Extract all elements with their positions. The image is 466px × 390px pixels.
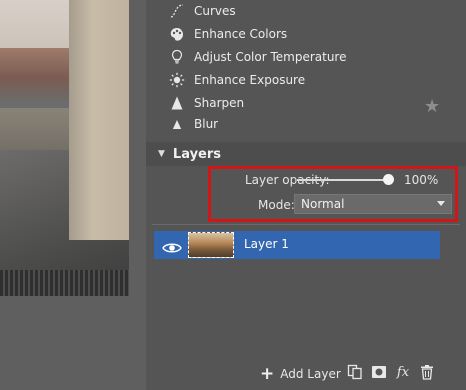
menu-item-label: Enhance Exposure [194, 73, 306, 87]
photo-preview [0, 0, 129, 296]
mode-label: Mode: [258, 198, 295, 212]
trash-icon[interactable] [418, 363, 436, 381]
blend-mode-select[interactable]: Normal [294, 194, 452, 214]
layer-opacity-value: 100% [404, 173, 439, 187]
palette-icon [168, 25, 186, 43]
layers-title: Layers [172, 146, 222, 162]
adjustments-panel: Curves Enhance Colors Adjust Color Tempe… [146, 0, 466, 390]
triangle-icon [168, 94, 186, 112]
triangle-icon [168, 115, 186, 129]
slider-fill [297, 179, 388, 181]
layers-toolbar: + Add Layer fx [146, 360, 466, 386]
eye-icon[interactable] [162, 239, 182, 253]
layer-name[interactable]: Layer 1 [244, 237, 289, 251]
menu-item-sharpen[interactable]: Sharpen [168, 92, 244, 114]
add-layer-label: Add Layer [280, 367, 341, 381]
menu-item-label: Adjust Color Temperature [194, 50, 347, 64]
sun-icon [168, 71, 186, 89]
add-layer-button[interactable]: + Add Layer [260, 364, 341, 384]
menu-item-enhance-exposure[interactable]: Enhance Exposure [168, 69, 305, 91]
menu-item-blur[interactable]: Blur [168, 115, 218, 129]
menu-item-label: Enhance Colors [194, 27, 288, 41]
curves-icon [168, 2, 186, 20]
menu-item-label: Sharpen [194, 96, 245, 110]
menu-item-label: Blur [194, 117, 219, 129]
menu-item-adjust-color-temperature[interactable]: Adjust Color Temperature [168, 46, 346, 68]
divider [152, 224, 460, 225]
layer-row[interactable]: Layer 1 [154, 231, 440, 259]
menu-item-curves[interactable]: Curves [168, 0, 236, 22]
favorite-star-icon[interactable]: ★ [424, 96, 440, 117]
menu-item-enhance-colors[interactable]: Enhance Colors [168, 23, 287, 45]
blend-mode-value: Normal [301, 197, 345, 211]
plus-icon: + [260, 364, 275, 384]
slider-knob[interactable] [383, 174, 394, 185]
menu-item-label: Curves [194, 4, 236, 18]
layer-opacity-slider[interactable] [297, 174, 394, 185]
effects-icon[interactable]: fx [394, 363, 412, 381]
layer-thumbnail[interactable] [188, 232, 234, 258]
layers-section-header[interactable]: ▼ Layers [146, 142, 466, 166]
mask-icon[interactable] [370, 363, 388, 381]
lightbulb-icon [168, 48, 186, 66]
image-canvas[interactable] [0, 0, 146, 390]
duplicate-layer-icon[interactable] [346, 363, 364, 381]
chevron-down-icon [437, 201, 445, 206]
collapse-triangle-icon[interactable]: ▼ [158, 149, 165, 159]
